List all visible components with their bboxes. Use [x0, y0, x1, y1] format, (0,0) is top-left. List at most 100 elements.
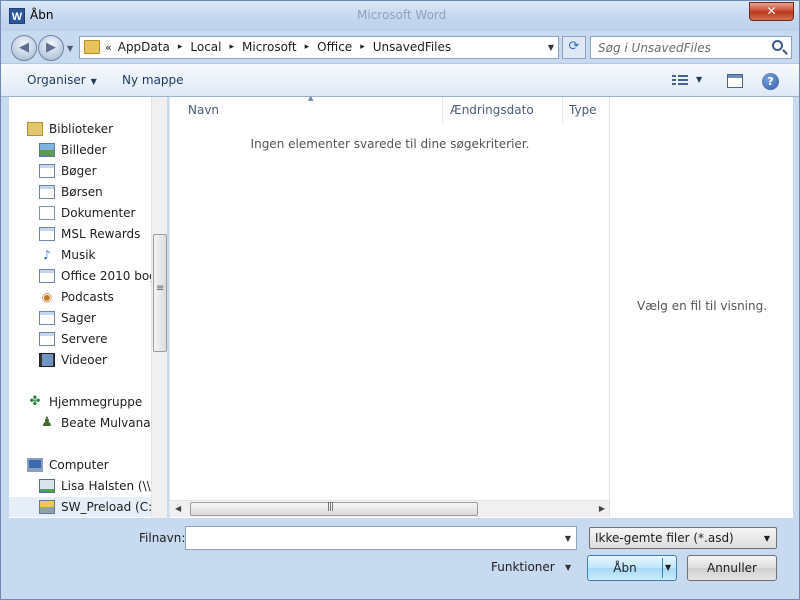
open-options-chevron-down-icon[interactable]: ▼ [665, 556, 671, 580]
search-box[interactable] [590, 36, 792, 59]
breadcrumb-separator-icon[interactable]: ▸ [305, 42, 310, 52]
close-icon: ✕ [766, 4, 777, 18]
podcast-icon: ◉ [41, 290, 53, 304]
sidebar-item-lisa-halsten[interactable]: Lisa Halsten (\\Sk [39, 476, 167, 496]
chevron-down-icon: ▼ [90, 77, 97, 86]
sidebar-item-dokumenter[interactable]: Dokumenter [39, 203, 167, 223]
column-divider[interactable] [442, 97, 443, 123]
scrollbar-thumb[interactable] [153, 234, 167, 352]
column-divider[interactable] [562, 97, 563, 123]
breadcrumb-separator-icon[interactable]: ▸ [229, 42, 234, 52]
view-options-chevron-down-icon[interactable]: ▼ [696, 75, 702, 84]
column-header-name[interactable]: Navn [188, 103, 219, 117]
cancel-button[interactable]: Annuller [687, 555, 777, 581]
sidebar-item-sager[interactable]: Sager [39, 308, 167, 328]
address-bar[interactable]: « AppData ▸ Local ▸ Microsoft ▸ Office ▸… [79, 36, 559, 59]
forward-button[interactable]: ▶ [38, 35, 64, 61]
recent-locations-chevron-down-icon[interactable]: ▼ [67, 44, 73, 53]
sidebar-item-videoer[interactable]: Videoer [39, 350, 167, 370]
empty-results-message: Ingen elementer svarede til dine søgekri… [250, 137, 530, 151]
file-type-select[interactable]: Ikke-gemte filer (*.asd) ▼ [589, 527, 777, 549]
pictures-icon [39, 143, 55, 157]
open-button-label: Åbn [613, 561, 637, 575]
sidebar-item-billeder[interactable]: Billeder [39, 140, 167, 160]
command-toolbar: Organiser ▼ Ny mappe ▼ ? [1, 63, 799, 97]
sidebar-item-label: SW_Preload (C:) [61, 500, 151, 514]
column-header-modified[interactable]: Ændringsdato [450, 103, 534, 117]
document-library-icon [39, 332, 55, 346]
breadcrumb-item-appdata[interactable]: AppData [118, 40, 170, 54]
documents-icon [39, 206, 55, 220]
scroll-left-icon[interactable]: ◀ [175, 504, 181, 513]
open-button[interactable]: Åbn ▼ [587, 555, 677, 581]
breadcrumb-separator-icon[interactable]: ▸ [360, 42, 365, 52]
close-button[interactable]: ✕ [749, 2, 794, 21]
library-icon [27, 122, 43, 136]
sidebar-item-label: Computer [49, 458, 109, 472]
network-drive-icon [39, 479, 55, 493]
background-window-title: Microsoft Word [357, 8, 447, 22]
sidebar-item-label: Dokumenter [61, 206, 136, 220]
sidebar-item-label: Børsen [61, 185, 103, 199]
sidebar-item-biblioteker[interactable]: Biblioteker [27, 119, 167, 139]
document-library-icon [39, 227, 55, 241]
sidebar-item-label: Servere [61, 332, 108, 346]
sidebar-item-hjemmegruppe[interactable]: ✤ Hjemmegruppe [27, 392, 167, 412]
breadcrumb-item-unsavedfiles[interactable]: UnsavedFiles [373, 40, 451, 54]
breadcrumb-item-local[interactable]: Local [190, 40, 221, 54]
sidebar-item-beate-mulvana[interactable]: ♟ Beate Mulvana (C [39, 413, 167, 433]
search-icon[interactable] [772, 40, 783, 51]
breadcrumb-separator-icon[interactable]: ▸ [178, 42, 183, 52]
homegroup-icon: ✤ [29, 394, 41, 409]
back-button[interactable]: ◀ [11, 35, 37, 61]
title-bar: W Åbn Microsoft Word ✕ [1, 1, 799, 31]
sidebar-item-sw-preload[interactable]: SW_Preload (C:) [9, 497, 151, 517]
navigation-pane: Biblioteker Billeder Bøger Børsen Dokume… [9, 97, 167, 518]
sidebar-item-label: Lisa Halsten (\\Sk [61, 479, 166, 493]
help-icon[interactable]: ? [762, 73, 779, 90]
sidebar-item-servere[interactable]: Servere [39, 329, 167, 349]
music-icon: ♪ [43, 248, 51, 262]
sidebar-item-musik[interactable]: ♪ Musik [39, 245, 167, 265]
sidebar-item-msl-rewards[interactable]: MSL Rewards [39, 224, 167, 244]
breadcrumb-item-microsoft[interactable]: Microsoft [242, 40, 297, 54]
filename-input[interactable] [186, 527, 556, 549]
breadcrumb-item-office[interactable]: Office [317, 40, 352, 54]
sidebar-item-borsen[interactable]: Børsen [39, 182, 167, 202]
scroll-right-icon[interactable]: ▶ [599, 504, 605, 513]
file-list-horizontal-scrollbar[interactable]: ◀ ▶ [170, 500, 610, 517]
sidebar-item-boger[interactable]: Bøger [39, 161, 167, 181]
breadcrumb-overflow[interactable]: « [105, 41, 112, 54]
search-input[interactable] [591, 37, 769, 58]
sidebar-item-computer[interactable]: Computer [27, 455, 167, 475]
scrollbar-thumb[interactable] [190, 502, 478, 516]
tools-button[interactable]: Funktioner [491, 560, 555, 574]
organize-button[interactable]: Organiser ▼ [27, 73, 97, 87]
filename-history-chevron-down-icon[interactable]: ▼ [565, 534, 571, 543]
address-history-chevron-down-icon[interactable]: ▼ [548, 43, 554, 52]
word-app-icon: W [9, 8, 25, 24]
folder-icon [84, 40, 100, 54]
sidebar-item-label: Bøger [61, 164, 97, 178]
sidebar-item-label: Musik [61, 248, 96, 262]
file-type-value: Ikke-gemte filer (*.asd) [595, 531, 734, 545]
navigation-row: ◀ ▶ ▼ « AppData ▸ Local ▸ Microsoft ▸ Of… [1, 31, 799, 63]
sidebar-item-label: MSL Rewards [61, 227, 141, 241]
change-view-icon[interactable] [672, 75, 688, 87]
document-library-icon [39, 185, 55, 199]
document-library-icon [39, 311, 55, 325]
new-folder-button[interactable]: Ny mappe [122, 73, 184, 87]
filename-label: Filnavn: [139, 531, 186, 545]
refresh-button[interactable]: ⟳ [562, 36, 586, 59]
column-header-type[interactable]: Type [569, 103, 597, 117]
navigation-pane-scrollbar[interactable] [151, 97, 167, 518]
sidebar-item-podcasts[interactable]: ◉ Podcasts [39, 287, 167, 307]
sidebar-item-office-2010-boger[interactable]: Office 2010 boge [39, 266, 167, 286]
breadcrumb: « AppData ▸ Local ▸ Microsoft ▸ Office ▸… [105, 40, 451, 54]
tools-chevron-down-icon[interactable]: ▼ [565, 563, 571, 572]
preview-pane-icon[interactable] [727, 74, 743, 88]
file-list: ▲ Navn Ændringsdato Type Ingen elementer… [169, 94, 610, 518]
local-drive-icon [39, 500, 55, 514]
filename-combobox[interactable]: ▼ [185, 526, 577, 550]
sidebar-item-label: Hjemmegruppe [49, 395, 143, 409]
